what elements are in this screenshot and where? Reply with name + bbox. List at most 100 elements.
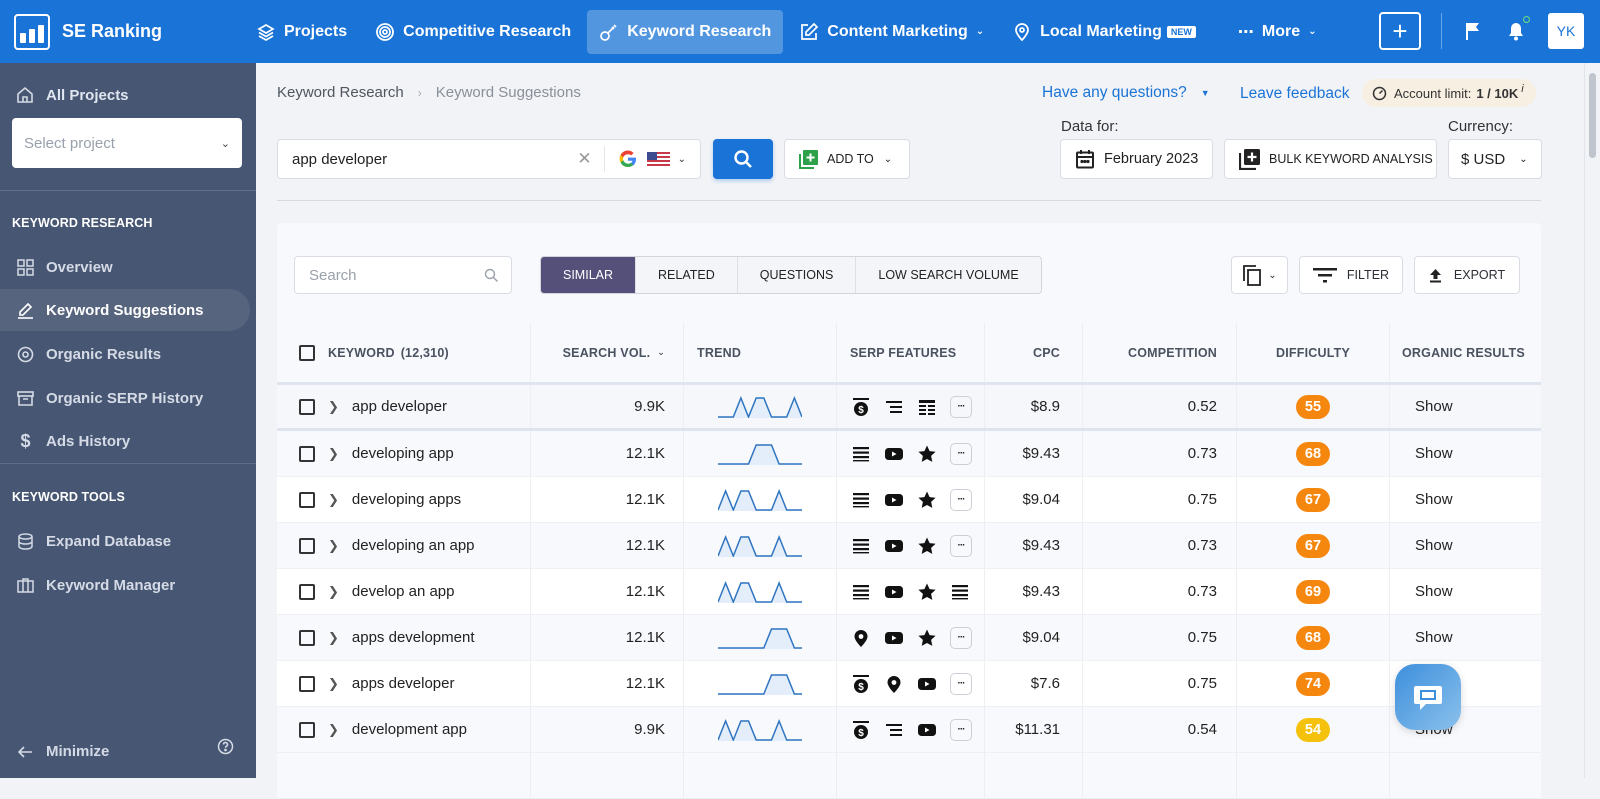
scroll-thumb[interactable] (1589, 73, 1596, 158)
col-competition[interactable]: COMPETITION (1083, 323, 1237, 382)
more-serp-features-button[interactable]: ··· (950, 442, 972, 465)
sidebar-item-overview[interactable]: Overview (0, 246, 250, 288)
more-serp-features-button[interactable]: ··· (950, 534, 972, 557)
questions-dropdown[interactable]: Have any questions? ▼ (1042, 84, 1210, 102)
breadcrumb-keyword-research[interactable]: Keyword Research (277, 84, 404, 101)
difficulty-badge: 74 (1296, 671, 1330, 696)
tab-questions[interactable]: QUESTIONS (738, 257, 857, 293)
col-search-volume[interactable]: SEARCH VOL. ⌄ (531, 323, 684, 382)
export-button[interactable]: EXPORT (1414, 256, 1520, 294)
google-icon[interactable] (619, 150, 637, 168)
sidebar-item-ads-history[interactable]: $ Ads History (0, 420, 250, 462)
select-all-checkbox[interactable] (299, 344, 315, 361)
tab-low-search-volume[interactable]: LOW SEARCH VOLUME (856, 257, 1040, 293)
col-difficulty[interactable]: DIFFICULTY (1237, 323, 1390, 382)
table-row[interactable]: ❯ app developer 9.9K $ ··· $8.9 0.52 55 Show (277, 385, 1541, 431)
create-button[interactable]: + (1379, 12, 1421, 50)
col-cpc[interactable]: CPC (985, 323, 1083, 382)
keyword-text[interactable]: app developer (352, 398, 447, 415)
row-checkbox[interactable] (299, 675, 315, 692)
more-serp-features-button[interactable]: ··· (950, 395, 972, 418)
expand-chevron-icon[interactable]: ❯ (328, 676, 339, 692)
user-avatar[interactable]: YK (1548, 13, 1584, 49)
info-icon[interactable]: i (1521, 83, 1523, 95)
page-scrollbar[interactable] (1584, 63, 1600, 778)
clear-icon[interactable]: ✕ (577, 149, 591, 169)
row-checkbox[interactable] (299, 398, 315, 415)
keyword-text[interactable]: apps developer (352, 675, 455, 692)
notifications-bell-icon[interactable] (1505, 16, 1530, 42)
search-value[interactable]: app developer (278, 151, 577, 168)
us-flag-icon[interactable] (646, 151, 670, 167)
table-row[interactable]: ❯ developing apps 12.1K ··· $9.04 0.75 67 Show (277, 477, 1541, 523)
more-serp-features-button[interactable]: ··· (950, 672, 972, 695)
expand-chevron-icon[interactable]: ❯ (328, 399, 339, 415)
table-row[interactable]: ❯development app9.9K$···$11.310.5454Show (277, 707, 1541, 753)
expand-chevron-icon[interactable]: ❯ (328, 538, 339, 554)
add-to-button[interactable]: ADD TO ⌄ (784, 139, 910, 179)
sidebar-all-projects[interactable]: All Projects (0, 73, 256, 117)
more-serp-features-button[interactable]: ··· (950, 626, 972, 649)
app-logo[interactable]: SE Ranking (14, 13, 244, 50)
row-checkbox[interactable] (299, 583, 315, 600)
tab-similar[interactable]: SIMILAR (541, 257, 637, 293)
row-checkbox[interactable] (299, 721, 315, 738)
expand-chevron-icon[interactable]: ❯ (328, 630, 339, 646)
keyword-text[interactable]: development app (352, 721, 467, 738)
keyword-search-field[interactable]: app developer ✕ ⌄ (277, 139, 701, 179)
keyword-text[interactable]: develop an app (352, 583, 455, 600)
row-checkbox[interactable] (299, 491, 315, 508)
leave-feedback-link[interactable]: Leave feedback (1240, 85, 1349, 103)
table-search-input[interactable]: Search (294, 256, 512, 294)
keyword-text[interactable]: developing an app (352, 537, 475, 554)
table-row[interactable]: ❯ apps development 12.1K ··· $9.04 0.75 68 Show (277, 615, 1541, 661)
chevron-down-icon[interactable]: ⌄ (678, 154, 686, 165)
copy-button[interactable]: ⌄ (1231, 256, 1288, 294)
row-checkbox[interactable] (299, 537, 315, 554)
show-organic-results-link[interactable]: Show (1415, 583, 1453, 600)
sidebar-item-keyword-suggestions[interactable]: Keyword Suggestions (0, 289, 250, 331)
table-row[interactable]: ❯apps developer12.1K$···$7.60.7574Show (277, 661, 1541, 707)
sidebar-item-keyword-manager[interactable]: Keyword Manager (0, 564, 250, 606)
search-button[interactable] (713, 139, 773, 179)
sidebar-item-organic-results[interactable]: Organic Results (0, 333, 250, 375)
show-organic-results-link[interactable]: Show (1415, 445, 1453, 462)
show-organic-results-link[interactable]: Show (1415, 537, 1453, 554)
show-organic-results-link[interactable]: Show (1415, 629, 1453, 646)
nav-competitive-research[interactable]: Competitive Research (363, 10, 583, 54)
table-row[interactable]: ❯ developing an app 12.1K ··· $9.43 0.73 67 Sho… (277, 523, 1541, 569)
more-serp-features-button[interactable]: ··· (950, 488, 972, 511)
tab-related[interactable]: RELATED (636, 257, 738, 293)
nav-content-marketing[interactable]: Content Marketing ⌄ (787, 10, 996, 54)
date-picker-button[interactable]: February 2023 (1060, 139, 1213, 179)
flag-icon[interactable] (1462, 20, 1484, 42)
show-organic-results-link[interactable]: Show (1415, 491, 1453, 508)
expand-chevron-icon[interactable]: ❯ (328, 446, 339, 462)
sidebar-item-organic-serp-history[interactable]: Organic SERP History (0, 377, 250, 419)
expand-chevron-icon[interactable]: ❯ (328, 492, 339, 508)
keyword-text[interactable]: developing app (352, 445, 454, 462)
filter-button[interactable]: FILTER (1299, 256, 1403, 294)
chat-support-button[interactable] (1395, 664, 1461, 730)
show-organic-results-link[interactable]: Show (1415, 398, 1453, 415)
bulk-keyword-analysis-button[interactable]: BULK KEYWORD ANALYSIS (1224, 139, 1437, 179)
sidebar-item-expand-database[interactable]: Expand Database (0, 520, 250, 562)
nav-more[interactable]: ⋯ More ⌄ (1226, 10, 1329, 54)
keyword-text[interactable]: developing apps (352, 491, 461, 508)
expand-chevron-icon[interactable]: ❯ (328, 722, 339, 738)
col-keyword-label[interactable]: KEYWORD (328, 346, 395, 360)
expand-chevron-icon[interactable]: ❯ (328, 584, 339, 600)
row-checkbox[interactable] (299, 445, 315, 462)
minimize-sidebar-button[interactable]: Minimize (17, 743, 109, 760)
row-checkbox[interactable] (299, 629, 315, 646)
table-row[interactable]: ❯ develop an app 12.1K $9.43 0.73 69 Show (277, 569, 1541, 615)
more-serp-features-button[interactable]: ··· (950, 718, 972, 741)
nav-projects[interactable]: Projects (244, 10, 359, 54)
help-icon[interactable] (217, 738, 234, 760)
table-row[interactable]: ❯ developing app 12.1K ··· $9.43 0.73 68 Show (277, 431, 1541, 477)
currency-dropdown[interactable]: $ USD ⌄ (1448, 139, 1542, 179)
nav-local-marketing[interactable]: Local Marketing NEW (1000, 10, 1208, 54)
nav-keyword-research[interactable]: Keyword Research (587, 9, 784, 54)
select-project-dropdown[interactable]: Select project ⌄ (12, 118, 242, 168)
keyword-text[interactable]: apps development (352, 629, 475, 646)
